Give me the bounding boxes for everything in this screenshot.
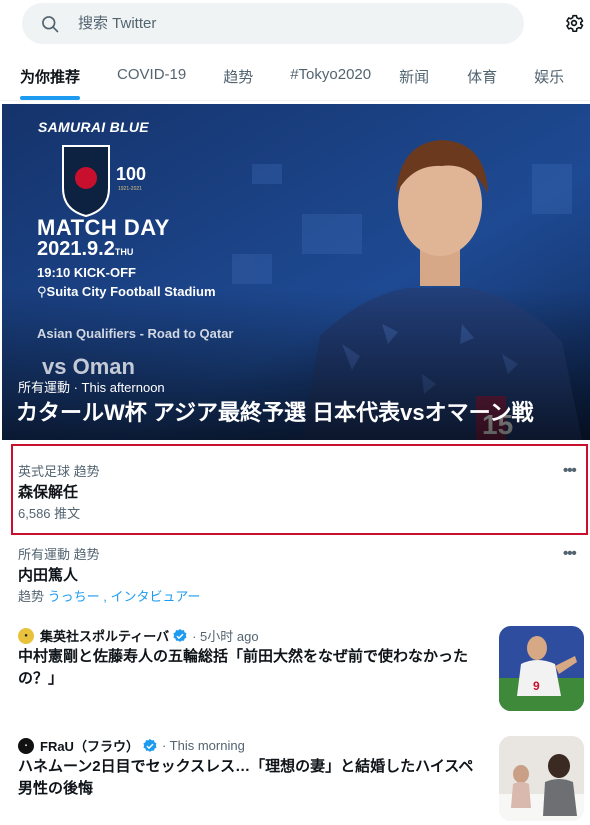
hero-venue: ⚲Suita City Football Stadium: [37, 284, 216, 300]
gear-icon[interactable]: [563, 12, 585, 34]
search-input[interactable]: [78, 15, 458, 32]
trend-item[interactable]: 英式足球 趋势 ••• 森保解任 6,586 推文: [0, 444, 590, 535]
hero-event-card[interactable]: 15 100 1921-2021 SAMURAI BLUE MATCH DAY …: [2, 104, 590, 440]
news-time: · 5小时 ago: [192, 629, 259, 644]
hero-banner-text: SAMURAI BLUE: [38, 119, 149, 135]
hero-qualifier: Asian Qualifiers - Road to Qatar: [37, 326, 234, 341]
news-source-name: 集英社スポルティーバ: [40, 629, 170, 644]
news-title: ハネムーン2日目でセックスレス…「理想の妻」と結婚したハイスペ男性の後悔: [18, 758, 474, 797]
trend-related-link[interactable]: うっちー , インタビュアー: [48, 589, 201, 604]
hero-venue-name: Suita City Football Stadium: [46, 284, 216, 299]
tab-sports[interactable]: 体育: [467, 48, 497, 100]
tab-trending[interactable]: 趋势: [223, 48, 253, 100]
search-icon: [40, 14, 60, 34]
hero-meta: 所有運動 · This afternoon: [18, 380, 165, 395]
tab-tokyo2020[interactable]: #Tokyo2020: [290, 48, 371, 100]
news-item[interactable]: ● 集英社スポルティーバ · 5小时 ago 中村憲剛と佐藤寿人の五輪総括「前田…: [0, 620, 590, 720]
trend-context: 英式足球 趋势: [18, 464, 100, 479]
thumbnail-jersey-number: 9: [533, 679, 540, 693]
hero-kickoff: 19:10 KICK-OFF: [37, 265, 136, 280]
more-icon[interactable]: •••: [563, 462, 577, 479]
tab-for-you[interactable]: 为你推荐: [20, 48, 81, 100]
trend-name: 内田篤人: [18, 567, 79, 584]
hero-date-weekday: THU: [114, 247, 134, 257]
explore-tabs: 为你推荐 COVID-19 趋势 #Tokyo2020 新闻 体育 娱乐: [0, 48, 590, 101]
news-time: · This morning: [161, 738, 245, 753]
source-logo: ▪: [18, 737, 34, 754]
tab-covid-19[interactable]: COVID-19: [117, 48, 186, 100]
news-title: 中村憲剛と佐藤寿人の五輪総括「前田大然をなぜ前で使わなかったの？」: [18, 648, 469, 687]
news-item[interactable]: ▪ FRaU（フラウ） · This morning ハネムーン2日目でセックス…: [0, 732, 590, 825]
trend-context: 所有運動 趋势: [18, 547, 100, 562]
trend-item[interactable]: 所有運動 趋势 ••• 内田篤人 趋势 うっちー , インタビュアー: [0, 536, 590, 608]
hero-date-value: 2021.9.2: [37, 238, 115, 260]
active-tab-indicator: [20, 96, 81, 100]
verified-badge-icon: [172, 628, 188, 644]
source-logo: ●: [18, 627, 34, 644]
search-bar[interactable]: [22, 3, 524, 44]
news-thumbnail: 9: [499, 626, 584, 711]
news-thumbnail: [499, 736, 584, 821]
tab-entertainment[interactable]: 娱乐: [534, 48, 564, 100]
trend-name: 森保解任: [18, 484, 79, 501]
more-icon[interactable]: •••: [563, 545, 577, 562]
location-pin-icon: ⚲: [37, 284, 47, 299]
news-source-row: ● 集英社スポルティーバ · 5小时 ago: [18, 626, 259, 645]
trend-related: 趋势 うっちー , インタビュアー: [18, 586, 200, 605]
news-source-row: ▪ FRaU（フラウ） · This morning: [18, 736, 245, 755]
news-source-name: FRaU（フラウ）: [40, 739, 139, 754]
hero-headline: カタールW杯 アジア最終予選 日本代表vsオマーン戦: [16, 400, 534, 425]
hero-match-date: 2021.9.2THU: [37, 238, 133, 261]
tab-news[interactable]: 新闻: [399, 48, 429, 100]
trend-related-prefix: 趋势: [18, 589, 45, 604]
verified-badge-icon: [142, 738, 158, 754]
trend-tweet-count: 6,586 推文: [18, 506, 81, 521]
